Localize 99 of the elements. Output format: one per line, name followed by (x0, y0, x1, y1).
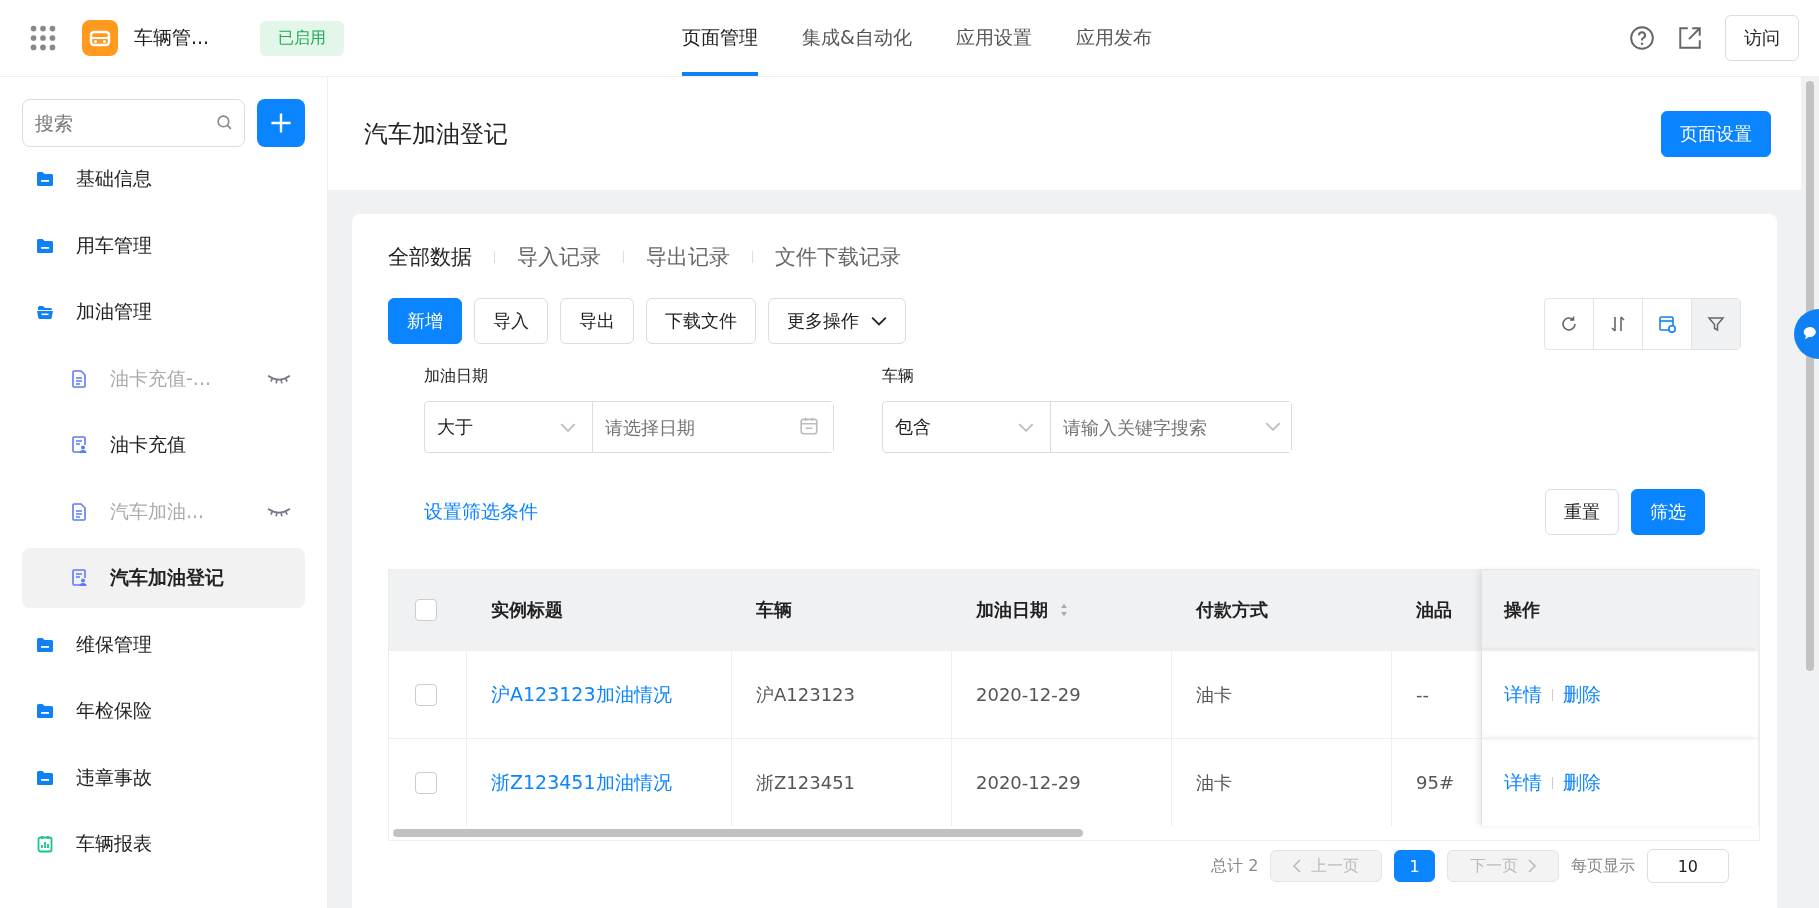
column-header: 加油日期 (976, 598, 1048, 622)
row-action-link[interactable]: 详情 (1504, 769, 1542, 796)
column-settings-icon[interactable] (1657, 314, 1677, 334)
add-button[interactable] (257, 99, 305, 147)
table-cell: -- (1416, 684, 1429, 705)
form-user-icon (70, 436, 88, 454)
filter-field[interactable]: 包含 请输入关键字搜索 (882, 401, 1292, 453)
refresh-icon[interactable] (1559, 314, 1579, 334)
nav-tab[interactable]: 应用发布 (1075, 0, 1152, 76)
action-button[interactable]: 导出 (560, 298, 634, 344)
document-icon (70, 502, 88, 521)
chevron-down-icon (1018, 422, 1034, 432)
sidebar-label: 年检保险 (76, 698, 152, 723)
app-name: 车辆管... (134, 25, 211, 50)
column-header: 操作 (1504, 598, 1540, 622)
total-count: 总计 2 (1211, 855, 1259, 877)
row-action-link[interactable]: 详情 (1504, 681, 1542, 708)
filter-button[interactable]: 筛选 (1631, 489, 1705, 535)
data-tab[interactable]: 全部数据 (388, 243, 472, 271)
calendar-icon (799, 416, 819, 436)
filter-label: 加油日期 (424, 366, 489, 387)
column-header: 油品 (1416, 598, 1452, 622)
chart-report-icon (36, 835, 54, 853)
scrollbar-thumb[interactable] (393, 829, 1083, 837)
select-all-checkbox[interactable] (415, 599, 437, 621)
sidebar-item[interactable]: 用车管理 (22, 215, 305, 276)
sidebar-item[interactable]: 基础信息 (22, 149, 305, 209)
column-header: 车辆 (756, 598, 792, 622)
filter-settings-link[interactable]: 设置筛选条件 (424, 499, 538, 525)
table-cell: 油卡 (1196, 682, 1232, 707)
data-tab[interactable]: 导出记录 (646, 243, 730, 271)
action-button[interactable]: 导入 (474, 298, 548, 344)
row-action-link[interactable]: 删除 (1563, 769, 1601, 796)
row-checkbox[interactable] (415, 683, 437, 706)
sidebar-label: 违章事故 (76, 764, 152, 790)
car-logo-icon (82, 20, 118, 56)
sidebar-item[interactable]: 年检保险 (22, 681, 305, 741)
filter-icon[interactable] (1706, 314, 1726, 334)
column-header: 实例标题 (491, 598, 563, 622)
chevron-down-icon (560, 422, 576, 432)
scrollbar-thumb[interactable] (1806, 81, 1814, 671)
sidebar-label: 汽车加油... (110, 498, 205, 524)
record-title-link[interactable]: 沪A123123加油情况 (491, 681, 672, 708)
page-title: 汽车加油登记 (364, 118, 508, 150)
help-icon[interactable] (1629, 25, 1655, 51)
sidebar-item[interactable]: 加油管理 (22, 282, 305, 342)
filter-label: 车辆 (882, 366, 915, 387)
sidebar-label: 维保管理 (76, 631, 152, 657)
sidebar-page-item[interactable]: 油卡充值 (22, 415, 305, 475)
plus-icon (269, 111, 293, 135)
chevron-left-icon (1293, 859, 1302, 873)
table-cell: 沪A123123 (756, 682, 856, 707)
action-button[interactable]: 更多操作 (768, 298, 906, 344)
sidebar-label: 汽车加油登记 (110, 565, 224, 590)
visit-button[interactable]: 访问 (1725, 15, 1799, 61)
table-cell: 油卡 (1196, 770, 1232, 795)
nav-tab[interactable]: 应用设置 (955, 0, 1032, 76)
closed-eye-icon (267, 505, 291, 518)
page-number-button[interactable]: 1 (1394, 850, 1435, 882)
sidebar-label: 基础信息 (76, 166, 152, 191)
row-action-link[interactable]: 删除 (1563, 681, 1601, 708)
chevron-right-icon (1527, 859, 1536, 873)
nav-tab[interactable]: 集成&自动化 (802, 0, 912, 76)
action-button[interactable]: 新增 (388, 298, 462, 344)
sidebar-item[interactable]: 违章事故 (22, 747, 305, 808)
data-tab[interactable]: 导入记录 (517, 243, 601, 271)
sort-icon[interactable] (1060, 603, 1068, 617)
table-cell: 2020-12-29 (976, 772, 1081, 793)
external-link-icon[interactable] (1677, 25, 1703, 51)
page-size-select[interactable]: 10 (1646, 849, 1729, 883)
sidebar-label: 油卡充值-... (110, 365, 211, 391)
table-cell: 浙Z123451 (756, 770, 856, 795)
sidebar-label: 油卡充值 (110, 432, 186, 457)
table-cell: 2020-12-29 (976, 684, 1081, 705)
chevron-down-icon (1265, 422, 1281, 431)
page-size-label: 每页显示 (1570, 855, 1635, 877)
column-header: 付款方式 (1196, 598, 1268, 622)
app-grid-icon[interactable] (30, 25, 56, 51)
sidebar-page-item[interactable]: 汽车加油登记 (22, 548, 305, 608)
sidebar-label: 用车管理 (76, 232, 152, 258)
chevron-down-icon (871, 316, 887, 326)
closed-eye-icon (267, 372, 291, 385)
sidebar-item[interactable]: 车辆报表 (22, 814, 305, 874)
reset-button[interactable]: 重置 (1545, 489, 1619, 535)
search-icon (216, 114, 233, 131)
table-cell: 95# (1416, 772, 1454, 793)
record-title-link[interactable]: 浙Z123451加油情况 (491, 769, 672, 796)
sidebar-item[interactable]: 维保管理 (22, 614, 305, 675)
sidebar-label: 加油管理 (76, 299, 152, 324)
data-tab[interactable]: 文件下载记录 (775, 243, 901, 271)
filter-field[interactable]: 大于 请选择日期 (424, 401, 834, 453)
form-user-icon (70, 569, 88, 587)
action-button[interactable]: 下载文件 (646, 298, 756, 344)
document-icon (70, 369, 88, 388)
row-checkbox[interactable] (415, 771, 437, 794)
status-badge: 已启用 (260, 20, 344, 56)
page-settings-button[interactable]: 页面设置 (1661, 110, 1771, 157)
search-field[interactable]: 搜索 (22, 99, 245, 147)
sidebar-label: 车辆报表 (76, 831, 152, 856)
